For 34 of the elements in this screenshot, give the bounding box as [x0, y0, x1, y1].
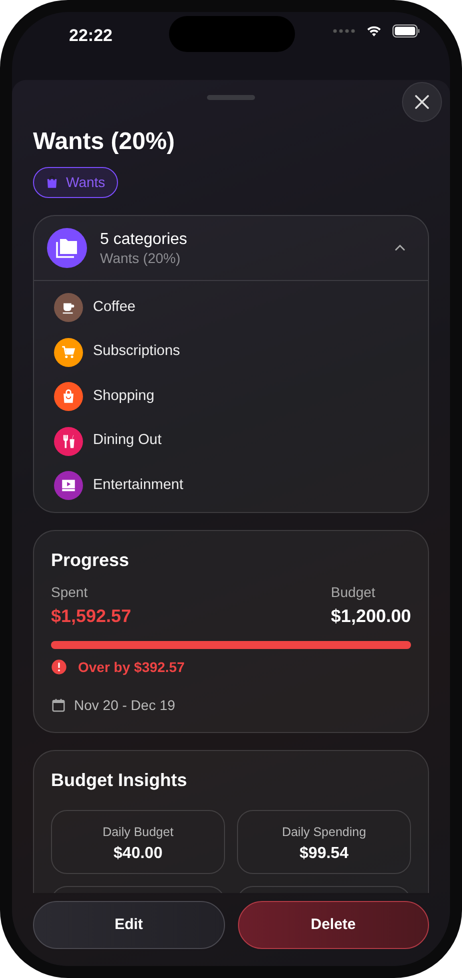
- close-button[interactable]: [402, 82, 442, 122]
- tile-label: Daily Spending: [280, 824, 368, 841]
- category-chip: Wants: [33, 166, 118, 198]
- spent-label: Spent: [51, 582, 89, 602]
- tile-value: $99.54: [298, 844, 350, 864]
- edit-button[interactable]: Edit: [33, 901, 224, 949]
- tile-label: Daily Budget: [102, 824, 174, 841]
- categories-subtitle: Wants (20%): [100, 248, 182, 267]
- alert-icon: [51, 659, 67, 676]
- tile-value: $40.00: [112, 844, 164, 864]
- period-text: Nov 20 - Dec 19: [74, 696, 176, 715]
- budget-label: Budget: [330, 582, 376, 602]
- categories-count: 5 categories: [100, 230, 188, 249]
- sheet-title: Wants (20%): [33, 128, 176, 157]
- over-budget-warning: Over by $392.57: [78, 658, 185, 677]
- category-item[interactable]: Dining Out: [34, 418, 428, 464]
- close-icon: [415, 95, 429, 109]
- bag-icon: [45, 174, 59, 190]
- battery-icon: [392, 24, 420, 38]
- folder-icon: [47, 228, 87, 268]
- category-item[interactable]: Coffee: [34, 285, 428, 330]
- status-time: 22:22: [69, 25, 112, 47]
- card-title: Progress: [51, 548, 130, 572]
- categories-header[interactable]: 5 categories Wants (20%): [34, 216, 428, 282]
- card-title: Budget Insights: [51, 768, 188, 792]
- spent-amount: $1,592.57: [51, 604, 132, 628]
- drag-handle[interactable]: [207, 95, 255, 100]
- category-item[interactable]: Shopping: [34, 374, 428, 419]
- budget-amount: $1,200.00: [330, 604, 411, 628]
- category-item[interactable]: Entertainment: [34, 463, 428, 508]
- calendar-icon: [51, 698, 66, 713]
- delete-button[interactable]: Delete: [238, 901, 429, 949]
- category-item[interactable]: Subscriptions: [34, 330, 428, 374]
- signal-icon: [332, 27, 356, 35]
